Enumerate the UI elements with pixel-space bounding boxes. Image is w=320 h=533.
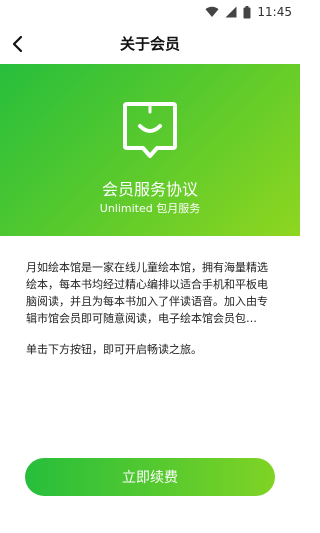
membership-hero-banner: 会员服务协议 Unlimited 包月服务 [0,64,300,236]
status-time: 11:45 [257,5,292,19]
page-title: 关于会员 [119,35,180,53]
agreement-subtitle: Unlimited 包月服务 [99,202,201,215]
wifi-icon [205,6,219,17]
instruction-text: 单击下方按钮，即可开启畅读之旅。 [26,343,202,356]
membership-description: 月如绘本馆是一家在线儿童绘本馆，拥有海量精选绘本，每本书均经过精心编排以适合手机… [26,259,276,358]
battery-icon [243,5,251,18]
agreement-title: 会员服务协议 [101,180,198,199]
smile-book-icon [123,102,177,158]
nav-bar: 关于会员 [0,24,300,64]
status-icons: 11:45 [205,3,292,21]
status-bar: 11:45 [0,0,300,24]
description-paragraph: 月如绘本馆是一家在线儿童绘本馆，拥有海量精选绘本，每本书均经过精心编排以适合手机… [26,261,268,325]
renew-now-button[interactable]: 立即续费 [25,458,275,496]
signal-icon [225,6,237,18]
